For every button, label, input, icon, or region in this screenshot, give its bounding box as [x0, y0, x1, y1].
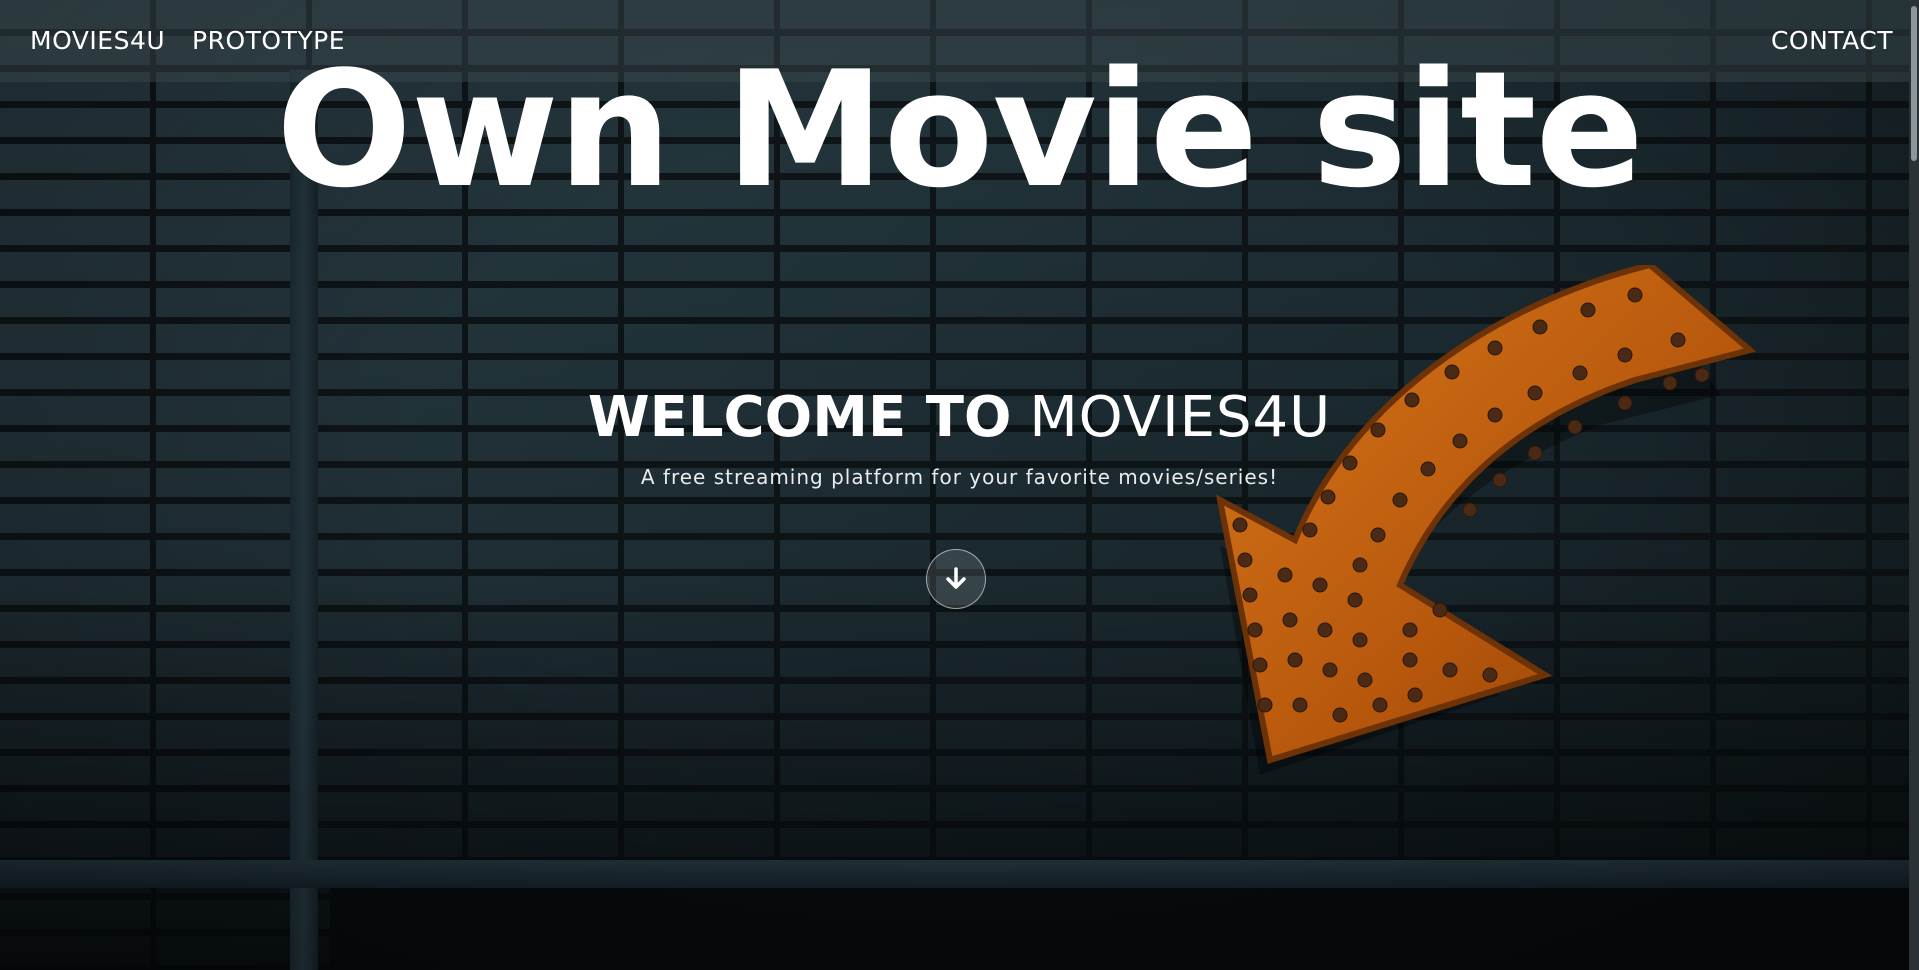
- arrow-down-icon: [946, 567, 966, 589]
- marquee-arrow-sign: [1215, 265, 1757, 775]
- arrow-body: [1215, 265, 1757, 764]
- hero-welcome-heading: WELCOME TO MOVIES4U: [0, 385, 1919, 451]
- hero-tagline: A free streaming platform for your favor…: [640, 465, 1279, 489]
- welcome-strong-text: WELCOME TO: [587, 385, 1012, 450]
- welcome-light-text: MOVIES4U: [1029, 385, 1332, 450]
- page: MOVIES4U PROTOTYPE CONTACT Own Movie sit…: [0, 0, 1919, 970]
- overlay-title: Own Movie site: [275, 36, 1644, 223]
- scroll-down-button[interactable]: [926, 549, 986, 609]
